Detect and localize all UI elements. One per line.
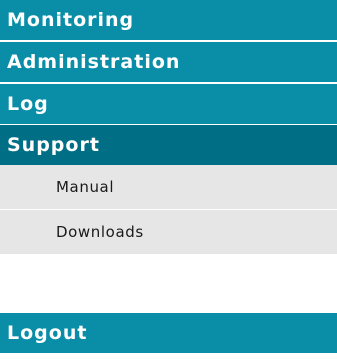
submenu-item-manual-label: Manual (56, 178, 115, 196)
menu-item-log[interactable]: Log (0, 84, 337, 124)
menu-item-administration-label: Administration (7, 51, 181, 73)
menu-item-logout-label: Logout (7, 322, 88, 344)
navigation-menu: Monitoring Administration Log Support Ma… (0, 0, 337, 359)
menu-item-support-label: Support (7, 134, 100, 156)
menu-item-monitoring[interactable]: Monitoring (0, 0, 337, 40)
submenu-item-manual[interactable]: Manual (0, 165, 337, 209)
submenu-item-downloads[interactable]: Downloads (0, 210, 337, 254)
menu-item-logout[interactable]: Logout (0, 313, 337, 353)
menu-item-support[interactable]: Support (0, 125, 337, 165)
menu-item-administration[interactable]: Administration (0, 42, 337, 82)
menu-item-log-label: Log (7, 93, 49, 115)
submenu-item-downloads-label: Downloads (56, 223, 144, 241)
menu-item-monitoring-label: Monitoring (7, 9, 135, 31)
